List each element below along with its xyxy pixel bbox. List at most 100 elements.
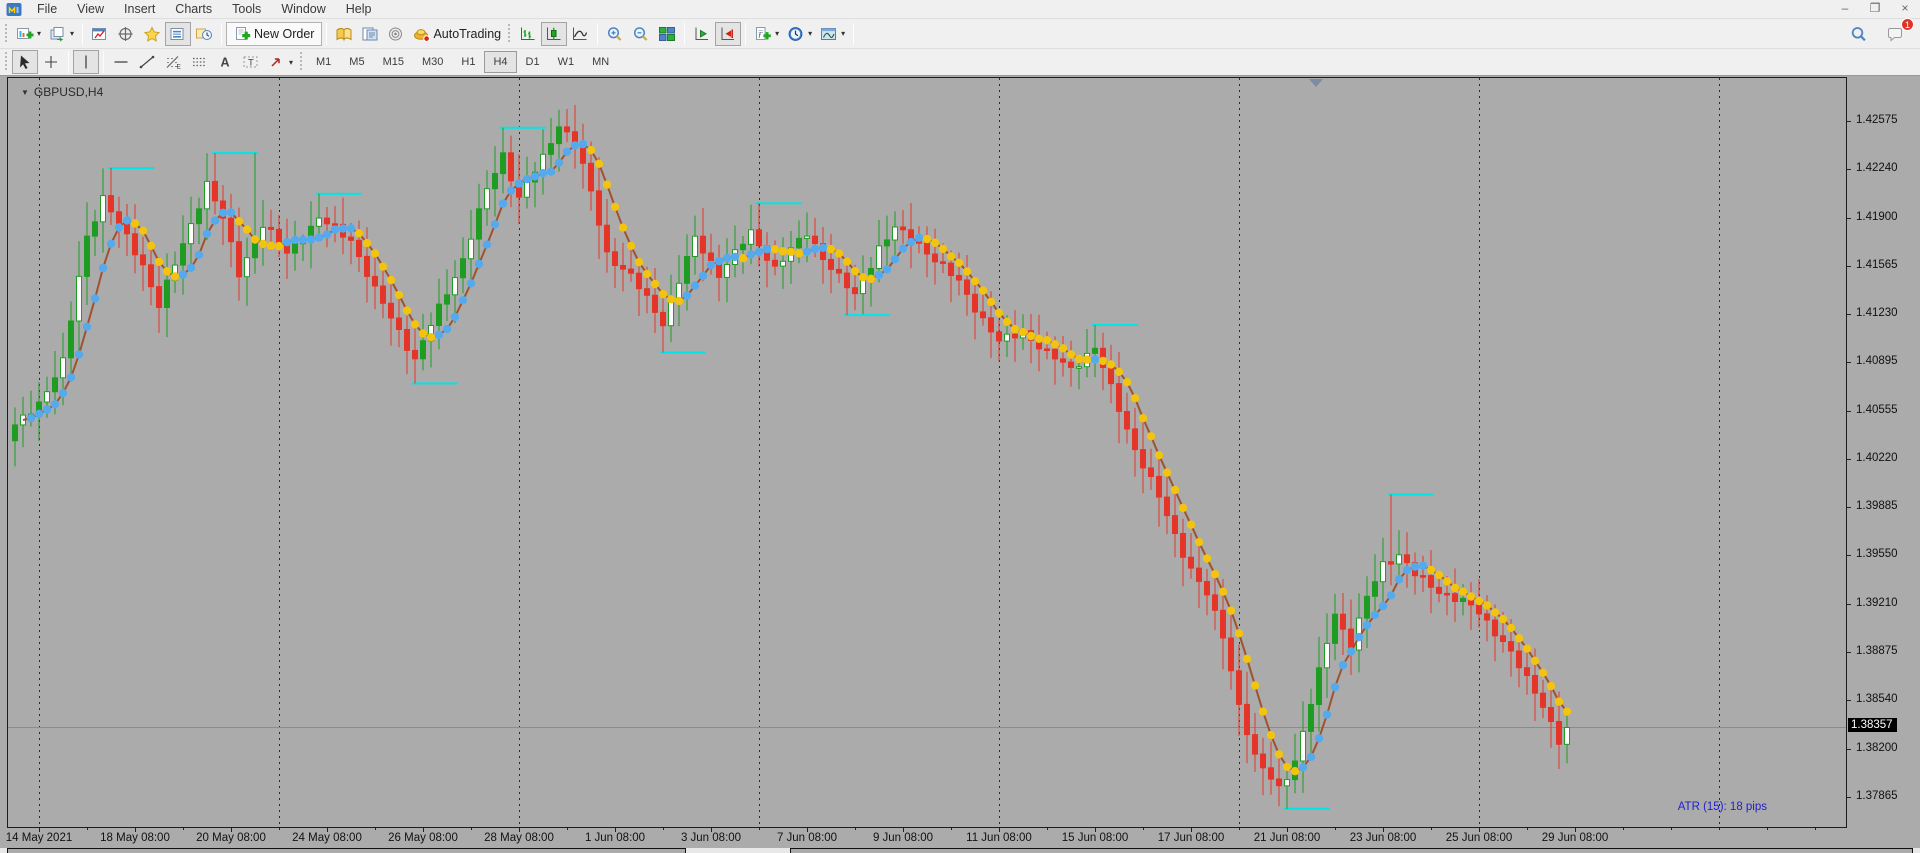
indicators-dropdown-arrow[interactable]: ▾	[775, 29, 779, 38]
line-chart-button[interactable]	[567, 22, 593, 46]
menu-item-help[interactable]: Help	[336, 0, 382, 18]
fibonacci-button[interactable]: E	[160, 50, 186, 74]
crosshair-button[interactable]	[38, 50, 64, 74]
close-button[interactable]: ×	[1890, 0, 1920, 18]
menu-item-insert[interactable]: Insert	[114, 0, 165, 18]
community-icon	[389, 27, 403, 40]
text-button[interactable]: A	[212, 50, 238, 74]
autotrading-label: AutoTrading	[433, 26, 502, 41]
data-window-icon	[118, 26, 133, 41]
toolbar-right-group: 1	[1846, 17, 1920, 46]
menu-item-window[interactable]: Window	[271, 0, 335, 18]
timeframe-button-m30[interactable]: M30	[413, 51, 452, 73]
arrows-button[interactable]: ▾	[264, 50, 297, 74]
menu-item-file[interactable]: File	[27, 0, 67, 18]
fibonacci-icon: E	[166, 56, 182, 70]
data-window-button[interactable]	[113, 22, 139, 46]
timeframe-button-m5[interactable]: M5	[340, 51, 373, 73]
timeframe-button-m1[interactable]: M1	[307, 51, 340, 73]
toolbar-standard: ▾ ▾ New Order AutoTrading f ▾ ▾ ▾ 1	[0, 17, 1920, 48]
price-tick	[1847, 749, 1851, 750]
chart-shift-button[interactable]	[715, 21, 742, 46]
price-tick	[1847, 604, 1851, 605]
cursor-button[interactable]	[12, 50, 38, 74]
time-minor-tick	[1671, 828, 1672, 830]
periods-icon	[788, 26, 803, 41]
timeframe-button-m15[interactable]: M15	[374, 51, 413, 73]
timeframe-button-d1[interactable]: D1	[517, 51, 549, 73]
price-tick	[1847, 411, 1851, 412]
tile-windows-button[interactable]	[654, 22, 680, 46]
timeframe-button-h1[interactable]: H1	[452, 51, 484, 73]
price-tick	[1847, 555, 1851, 556]
mql-book-button[interactable]	[331, 22, 357, 46]
profiles-dropdown-arrow[interactable]: ▾	[70, 29, 74, 38]
favorites-button[interactable]	[139, 22, 165, 46]
vline-button[interactable]	[73, 50, 99, 74]
arrows-dropdown-arrow[interactable]: ▾	[289, 58, 293, 67]
community-button[interactable]	[383, 22, 409, 46]
toolbar-grip[interactable]	[4, 52, 8, 72]
price-tick	[1847, 314, 1851, 315]
price-axis[interactable]: 1.42575 1.42240 1.41900 1.41565 1.41230 1.408…	[1847, 77, 1920, 828]
timeframe-button-h4[interactable]: H4	[484, 51, 517, 73]
menu-bar: File View Insert Charts Tools Window Help – ❐ …	[0, 0, 1920, 18]
autotrading-button[interactable]: AutoTrading	[409, 22, 505, 46]
auto-scroll-button[interactable]	[689, 22, 715, 46]
notifications-button[interactable]: 1	[1882, 17, 1914, 46]
candle-chart-button[interactable]	[541, 21, 568, 46]
collapse-arrow-icon[interactable]: ▼	[21, 88, 29, 97]
bar-chart-button[interactable]	[515, 22, 541, 46]
new-order-button[interactable]: New Order	[226, 21, 323, 46]
periods-dropdown-arrow[interactable]: ▾	[808, 29, 812, 38]
periods-button[interactable]: ▾	[783, 22, 816, 46]
metaeditor-button[interactable]	[357, 22, 383, 46]
strategy-tester-button[interactable]	[191, 22, 217, 46]
market-watch-button[interactable]	[87, 22, 113, 46]
toolbar-separator	[82, 22, 84, 45]
toolbar-grip[interactable]	[507, 23, 512, 44]
price-axis-label: 1.42240	[1856, 162, 1898, 174]
indicators-button[interactable]: f ▾	[750, 22, 783, 46]
toolbar-grip[interactable]	[299, 52, 304, 72]
background-window-edge	[790, 848, 1913, 853]
time-axis[interactable]: 14 May 2021 18 May 08:00 20 May 08:00 24 Ma…	[0, 828, 1920, 848]
time-minor-tick	[1239, 828, 1240, 830]
minimize-button[interactable]: –	[1830, 0, 1860, 18]
new-chart-dropdown-arrow[interactable]: ▾	[37, 29, 41, 38]
zoom-in-button[interactable]	[602, 22, 628, 46]
price-tick	[1847, 797, 1851, 798]
price-axis-label: 1.39885	[1856, 500, 1898, 512]
metaeditor-icon	[362, 27, 378, 40]
restore-button[interactable]: ❐	[1860, 0, 1890, 18]
hline-button[interactable]	[108, 50, 134, 74]
toolbar-grip[interactable]	[4, 23, 8, 44]
time-minor-tick	[375, 828, 376, 830]
new-chart-button[interactable]: ▾	[12, 22, 45, 46]
timeframe-button-w1[interactable]: W1	[549, 51, 584, 73]
background-windows-strip	[0, 848, 1920, 853]
auto-scroll-icon	[695, 27, 709, 40]
menu-item-charts[interactable]: Charts	[165, 0, 222, 18]
zoom-out-button[interactable]	[628, 22, 654, 46]
text-label-button[interactable]: T	[238, 50, 264, 74]
time-axis-label: 26 May 08:00	[388, 832, 458, 844]
templates-dropdown-arrow[interactable]: ▾	[841, 29, 845, 38]
menu-item-view[interactable]: View	[67, 0, 114, 18]
terminal-button[interactable]	[165, 21, 192, 46]
symbol-text: GBPUSD,H4	[33, 85, 104, 99]
price-axis-label: 1.40555	[1856, 404, 1898, 416]
candlestick-chart-canvas[interactable]	[8, 78, 1846, 827]
profiles-button[interactable]: ▾	[45, 22, 78, 46]
channel-button[interactable]	[186, 50, 212, 74]
price-tick	[1847, 700, 1851, 701]
trendline-button[interactable]	[134, 50, 160, 74]
chart-plot-area[interactable]: ▼ GBPUSD,H4 ATR (15): 18 pips	[7, 77, 1847, 828]
timeframe-button-mn[interactable]: MN	[583, 51, 618, 73]
price-axis-label: 1.38875	[1856, 645, 1898, 657]
strategy-tester-icon	[196, 28, 213, 40]
search-button[interactable]	[1846, 22, 1872, 46]
menu-item-tools[interactable]: Tools	[222, 0, 271, 18]
price-tick	[1847, 266, 1851, 267]
templates-button[interactable]: ▾	[816, 22, 849, 46]
